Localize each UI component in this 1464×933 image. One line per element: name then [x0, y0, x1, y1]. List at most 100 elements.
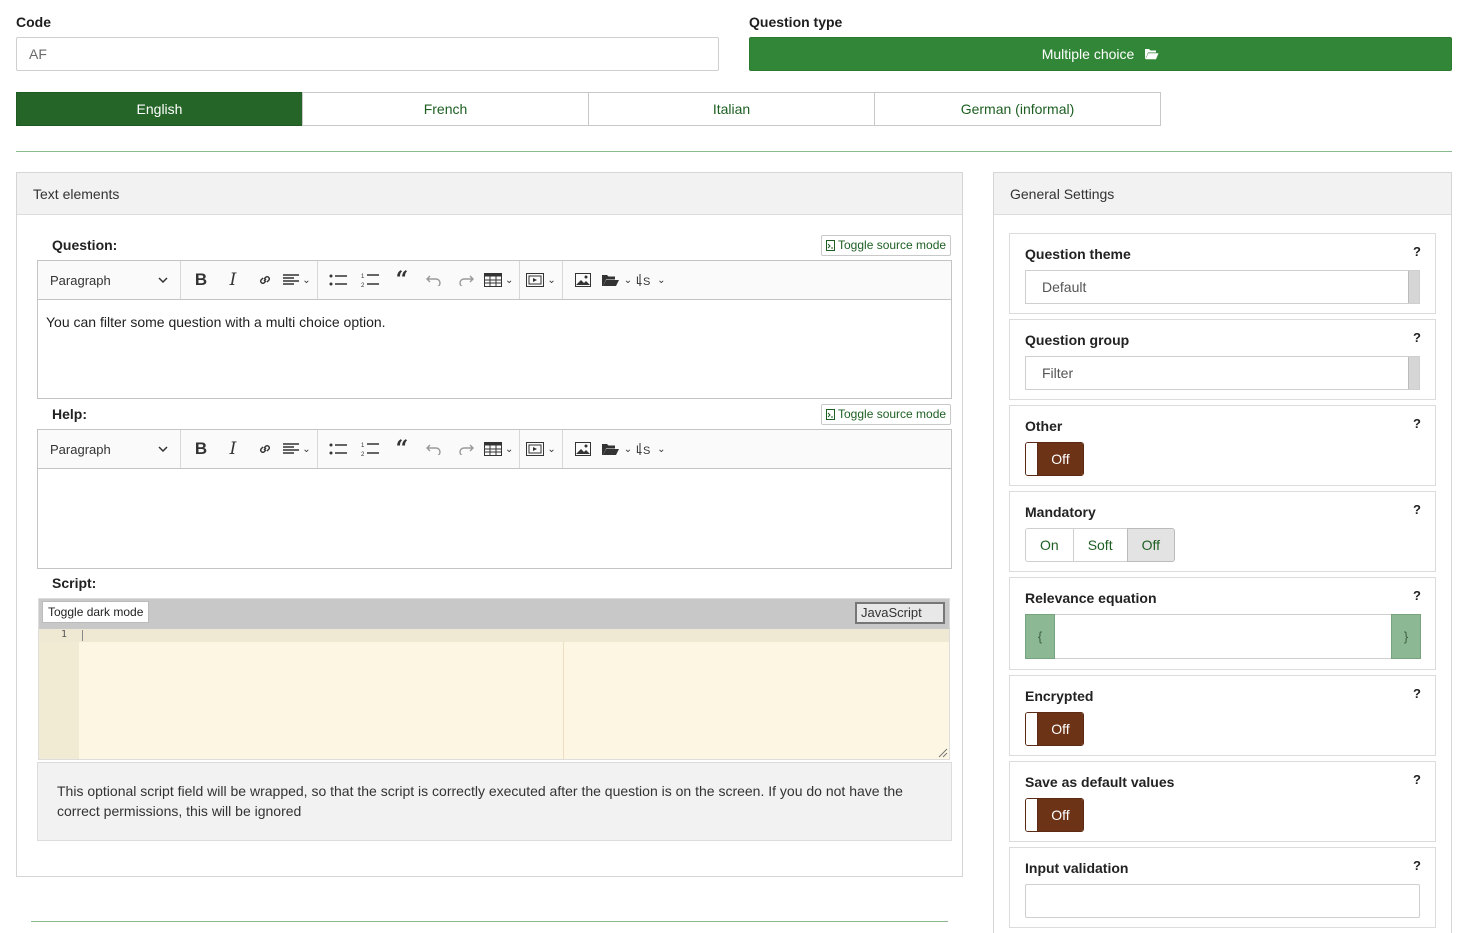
chevron-down-icon [158, 446, 168, 452]
paragraph-format-value: Paragraph [50, 441, 111, 457]
folder-open-icon [1144, 48, 1159, 60]
open-brace: { [1025, 614, 1055, 659]
media-embed-icon[interactable]: ⌄ [526, 266, 556, 294]
link-icon[interactable] [251, 266, 279, 294]
question-editor: Paragraph B I ⌄ 12 “ ⌄ ⌄ ⌄ L S ⌄ You can f… [37, 260, 952, 399]
tab-german-informal[interactable]: German (informal) [874, 92, 1161, 126]
expression-icon[interactable]: L S ⌄ [636, 435, 666, 463]
image-icon[interactable] [569, 266, 597, 294]
paragraph-format-select[interactable]: Paragraph [44, 442, 174, 457]
input-validation-label: Input validation [1025, 860, 1129, 876]
close-brace: } [1391, 614, 1421, 659]
question-group-select[interactable]: Filter [1025, 356, 1420, 390]
encrypted-toggle[interactable]: Off [1025, 712, 1084, 746]
question-editor-toolbar: Paragraph B I ⌄ 12 “ ⌄ ⌄ ⌄ L S ⌄ [38, 261, 951, 300]
script-editor[interactable]: Toggle dark mode JavaScript 1 [38, 598, 950, 760]
svg-text:S: S [643, 445, 650, 456]
save-default-card: Save as default values ? Off [1009, 761, 1436, 842]
mandatory-segmented-control: On Soft Off [1025, 528, 1176, 562]
numbered-list-icon[interactable]: 12 [356, 266, 384, 294]
help-icon[interactable]: ? [1413, 244, 1421, 259]
tab-italian[interactable]: Italian [588, 92, 875, 126]
bulleted-list-icon[interactable] [324, 435, 352, 463]
table-icon[interactable]: ⌄ [484, 266, 513, 294]
toggle-knob [1026, 713, 1038, 745]
code-field-group: Code AF [16, 14, 719, 71]
italic-icon[interactable]: I [219, 266, 247, 294]
paragraph-format-value: Paragraph [50, 272, 111, 288]
help-toggle-source-button[interactable]: Toggle source mode [821, 404, 952, 425]
italic-icon[interactable]: I [219, 435, 247, 463]
line-number-gutter [39, 629, 79, 759]
help-editor-toolbar: Paragraph B I ⌄ 12 “ ⌄ ⌄ ⌄ L S ⌄ [38, 430, 951, 469]
script-editor-toolbar: Toggle dark mode JavaScript [39, 599, 949, 629]
image-icon[interactable] [569, 435, 597, 463]
bold-icon[interactable]: B [187, 435, 215, 463]
text-elements-title: Text elements [17, 173, 962, 215]
svg-text:1: 1 [361, 443, 365, 449]
align-icon[interactable]: ⌄ [283, 266, 311, 294]
help-icon[interactable]: ? [1413, 588, 1421, 603]
help-icon[interactable]: ? [1413, 330, 1421, 345]
numbered-list-icon[interactable]: 12 [356, 435, 384, 463]
table-icon[interactable]: ⌄ [484, 435, 513, 463]
help-toggle-source-label: Toggle source mode [838, 407, 947, 421]
other-label: Other [1025, 418, 1063, 434]
mandatory-option-soft[interactable]: Soft [1072, 528, 1128, 562]
toggle-knob [1026, 799, 1038, 831]
source-icon [826, 240, 836, 251]
save-default-toggle[interactable]: Off [1025, 798, 1084, 832]
mandatory-label: Mandatory [1025, 504, 1096, 520]
paragraph-format-select[interactable]: Paragraph [44, 273, 174, 288]
mandatory-option-on[interactable]: On [1025, 528, 1074, 562]
script-label: Script: [52, 575, 97, 591]
mandatory-option-off[interactable]: Off [1126, 528, 1176, 562]
chevron-down-icon [158, 277, 168, 283]
general-settings-title: General Settings [994, 173, 1451, 215]
align-icon[interactable]: ⌄ [283, 435, 311, 463]
file-manager-icon[interactable]: ⌄ [601, 266, 632, 294]
help-editor: Paragraph B I ⌄ 12 “ ⌄ ⌄ ⌄ L S ⌄ [37, 429, 952, 569]
tab-french[interactable]: French [302, 92, 589, 126]
question-type-label: Question type [749, 14, 843, 30]
text-cursor [82, 630, 83, 641]
question-group-label: Question group [1025, 332, 1130, 348]
toggle-dark-mode-button[interactable]: Toggle dark mode [42, 601, 150, 623]
code-input[interactable]: AF [16, 37, 719, 71]
help-icon[interactable]: ? [1413, 416, 1421, 431]
redo-icon[interactable] [452, 266, 480, 294]
question-toggle-source-button[interactable]: Toggle source mode [821, 235, 952, 256]
input-validation-input[interactable] [1025, 884, 1420, 918]
relevance-equation-field: { } [1025, 614, 1421, 659]
divider [31, 921, 948, 922]
link-icon[interactable] [251, 435, 279, 463]
resize-handle-icon[interactable] [936, 746, 948, 758]
svg-text:L: L [636, 275, 642, 287]
help-icon[interactable]: ? [1413, 858, 1421, 873]
expression-icon[interactable]: L S ⌄ [636, 266, 666, 294]
question-editor-content[interactable]: You can filter some question with a mult… [38, 300, 951, 344]
undo-icon[interactable] [420, 266, 448, 294]
question-theme-select[interactable]: Default [1025, 270, 1420, 304]
blockquote-icon[interactable]: “ [388, 435, 416, 463]
other-toggle[interactable]: Off [1025, 442, 1084, 476]
help-icon[interactable]: ? [1413, 502, 1421, 517]
redo-icon[interactable] [452, 435, 480, 463]
help-icon[interactable]: ? [1413, 772, 1421, 787]
other-toggle-state: Off [1038, 443, 1083, 475]
script-language-select[interactable]: JavaScript [855, 602, 945, 624]
bold-icon[interactable]: B [187, 266, 215, 294]
input-validation-card: Input validation ? [1009, 847, 1436, 928]
tab-english[interactable]: English [16, 92, 303, 126]
bulleted-list-icon[interactable] [324, 266, 352, 294]
blockquote-icon[interactable]: “ [388, 266, 416, 294]
help-icon[interactable]: ? [1413, 686, 1421, 701]
encrypted-card: Encrypted ? Off [1009, 675, 1436, 756]
question-toggle-source-label: Toggle source mode [838, 238, 947, 252]
help-editor-content[interactable] [38, 469, 951, 497]
undo-icon[interactable] [420, 435, 448, 463]
media-embed-icon[interactable]: ⌄ [526, 435, 556, 463]
relevance-equation-input[interactable] [1055, 614, 1391, 659]
question-type-button[interactable]: Multiple choice [749, 37, 1452, 71]
file-manager-icon[interactable]: ⌄ [601, 435, 632, 463]
